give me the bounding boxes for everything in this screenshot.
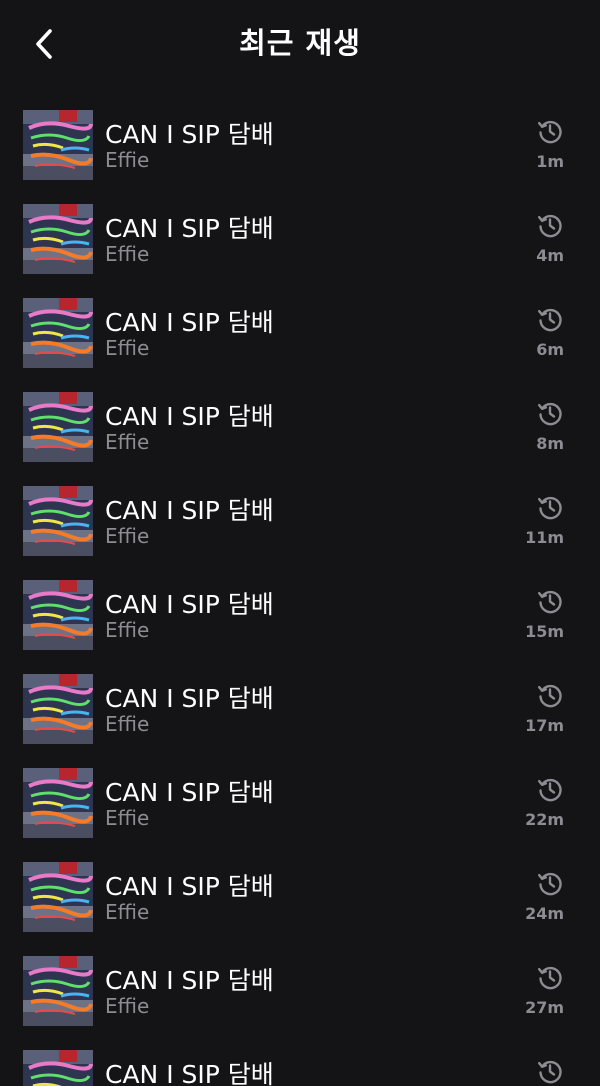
played-ago: 17m: [525, 716, 564, 735]
history-clock-icon: [538, 590, 562, 614]
album-art: [23, 298, 93, 368]
played-ago: 4m: [536, 246, 564, 265]
track-title: CAN I SIP 담배: [105, 308, 274, 337]
played-ago: 11m: [525, 528, 564, 547]
played-ago: 1m: [536, 152, 564, 171]
album-art: [23, 956, 93, 1026]
recent-item[interactable]: CAN I SIP 담배 Effie 11m: [0, 474, 600, 568]
track-title: CAN I SIP 담배: [105, 590, 274, 619]
history-clock-icon: [538, 872, 562, 896]
track-artist: Effie: [105, 712, 150, 736]
history-clock-icon: [538, 966, 562, 990]
recent-item[interactable]: CAN I SIP 담배 Effie 17m: [0, 662, 600, 756]
track-title: CAN I SIP 담배: [105, 872, 274, 901]
recent-item[interactable]: CAN I SIP 담배 Effie 8m: [0, 380, 600, 474]
track-artist: Effie: [105, 900, 150, 924]
track-title: CAN I SIP 담배: [105, 1060, 274, 1086]
page-title: 최근 재생: [239, 26, 361, 60]
recent-item[interactable]: CAN I SIP 담배 Effie 1m: [0, 98, 600, 192]
album-art: [23, 862, 93, 932]
history-clock-icon: [538, 120, 562, 144]
history-clock-icon: [538, 496, 562, 520]
track-title: CAN I SIP 담배: [105, 496, 274, 525]
recent-item[interactable]: CAN I SIP 담배 Effie 4m: [0, 192, 600, 286]
track-title: CAN I SIP 담배: [105, 966, 274, 995]
recent-item[interactable]: CAN I SIP 담배 Effie 22m: [0, 756, 600, 850]
track-artist: Effie: [105, 618, 150, 642]
track-artist: Effie: [105, 806, 150, 830]
played-ago: 8m: [536, 434, 564, 453]
album-art: [23, 580, 93, 650]
album-art: [23, 204, 93, 274]
album-art: [23, 486, 93, 556]
track-artist: Effie: [105, 994, 150, 1018]
track-title: CAN I SIP 담배: [105, 214, 274, 243]
header: 최근 재생: [0, 0, 600, 86]
track-artist: Effie: [105, 430, 150, 454]
played-ago: 22m: [525, 810, 564, 829]
recent-item[interactable]: CAN I SIP 담배 Effie 15m: [0, 568, 600, 662]
history-clock-icon: [538, 402, 562, 426]
track-artist: Effie: [105, 524, 150, 548]
album-art: [23, 110, 93, 180]
track-title: CAN I SIP 담배: [105, 684, 274, 713]
played-ago: 6m: [536, 340, 564, 359]
track-title: CAN I SIP 담배: [105, 120, 274, 149]
played-ago: 15m: [525, 622, 564, 641]
history-clock-icon: [538, 308, 562, 332]
history-clock-icon: [538, 1060, 562, 1084]
album-art: [23, 674, 93, 744]
played-ago: 24m: [525, 904, 564, 923]
recent-item[interactable]: CAN I SIP 담배 Effie 24m: [0, 850, 600, 944]
track-artist: Effie: [105, 242, 150, 266]
recent-list: CAN I SIP 담배 Effie 1m CAN I SIP 담배 Effie…: [0, 98, 600, 1086]
recent-item[interactable]: CAN I SIP 담배 Effie 6m: [0, 286, 600, 380]
track-artist: Effie: [105, 148, 150, 172]
recent-item[interactable]: CAN I SIP 담배: [0, 1038, 600, 1086]
history-clock-icon: [538, 778, 562, 802]
history-clock-icon: [538, 684, 562, 708]
track-title: CAN I SIP 담배: [105, 402, 274, 431]
recently-played-screen: 최근 재생 CAN I SIP 담배 Effie 1m CAN I SIP 담배…: [0, 0, 600, 1086]
track-artist: Effie: [105, 336, 150, 360]
history-clock-icon: [538, 214, 562, 238]
recent-item[interactable]: CAN I SIP 담배 Effie 27m: [0, 944, 600, 1038]
album-art: [23, 768, 93, 838]
album-art: [23, 392, 93, 462]
track-title: CAN I SIP 담배: [105, 778, 274, 807]
played-ago: 27m: [525, 998, 564, 1017]
album-art: [23, 1050, 93, 1086]
